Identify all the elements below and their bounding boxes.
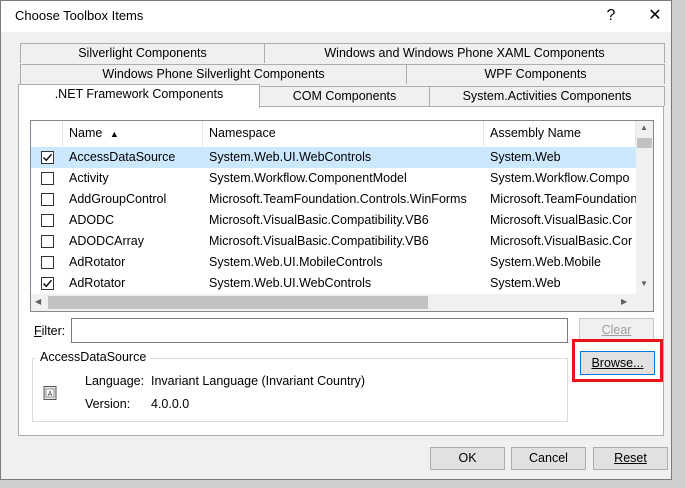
column-header-name[interactable]: Name ▲: [63, 121, 203, 146]
row-assembly-cell: Microsoft.VisualBasic.Cor: [490, 213, 633, 227]
list-row[interactable]: Activity System.Workflow.ComponentModel Sy…: [31, 168, 636, 189]
window-title: Choose Toolbox Items: [15, 8, 144, 23]
language-value: Invariant Language (Invariant Country): [151, 374, 366, 388]
row-checkbox[interactable]: [41, 193, 54, 206]
version-value: 4.0.0.0: [151, 397, 190, 411]
list-row[interactable]: ADODCArray Microsoft.VisualBasic.Compatib…: [31, 231, 636, 252]
row-namespace-cell: System.Web.UI.MobileControls: [209, 255, 383, 269]
row-assembly-cell: Microsoft.VisualBasic.Cor: [490, 234, 633, 248]
filter-label-mnemonic: F: [34, 324, 42, 338]
list-row[interactable]: AccessDataSource System.Web.UI.WebControl…: [31, 147, 636, 168]
components-list[interactable]: Name ▲ Namespace Assembly Name AccessDat…: [30, 120, 654, 312]
scrollbar-corner: [636, 294, 653, 311]
reset-button[interactable]: Reset: [593, 447, 668, 470]
row-name-cell: ADODC: [69, 213, 115, 227]
row-namespace-cell: Microsoft.TeamFoundation.Controls.WinFor…: [209, 192, 467, 206]
checkmark-icon: [42, 153, 53, 162]
scroll-right-icon[interactable]: ▶: [621, 297, 627, 306]
row-assembly-cell: Microsoft.TeamFoundation: [490, 192, 636, 206]
tab-system-activities-components[interactable]: System.Activities Components: [429, 86, 665, 106]
reset-button-label: Reset: [614, 451, 647, 465]
row-namespace-cell: System.Workflow.ComponentModel: [209, 171, 407, 185]
list-row[interactable]: AdRotator System.Web.UI.WebControls System…: [31, 273, 636, 294]
row-assembly-cell: System.Web.Mobile: [490, 255, 601, 269]
close-button[interactable]: ✕: [641, 4, 669, 28]
tab-com-components[interactable]: COM Components: [259, 86, 430, 106]
column-header-namespace[interactable]: Namespace: [203, 121, 484, 146]
row-checkbox[interactable]: [41, 235, 54, 248]
row-checkbox[interactable]: [41, 277, 54, 290]
tab-net-framework-components[interactable]: .NET Framework Components: [18, 84, 260, 108]
row-checkbox[interactable]: [41, 256, 54, 269]
row-checkbox[interactable]: [41, 172, 54, 185]
row-name-cell: AdRotator: [69, 276, 126, 290]
title-bar[interactable]: Choose Toolbox Items ? ✕: [1, 1, 671, 32]
row-assembly-cell: System.Workflow.Compo: [490, 171, 630, 185]
row-namespace-cell: System.Web.UI.WebControls: [209, 276, 372, 290]
ok-button[interactable]: OK: [430, 447, 505, 470]
details-group-title: AccessDataSource: [36, 350, 151, 364]
component-icon: A: [42, 385, 58, 401]
version-label: Version:: [85, 397, 131, 411]
vertical-scrollbar[interactable]: ▲ ▼: [636, 121, 653, 294]
svg-text:A: A: [48, 391, 53, 398]
row-assembly-cell: System.Web: [490, 276, 561, 290]
row-assembly-cell: System.Web: [490, 150, 561, 164]
filter-label: Filter:: [34, 324, 65, 338]
help-button[interactable]: ?: [597, 4, 625, 28]
row-namespace-cell: Microsoft.VisualBasic.Compatibility.VB6: [209, 213, 429, 227]
checkmark-icon: [42, 279, 53, 288]
row-name-cell: AddGroupControl: [69, 192, 167, 206]
row-checkbox[interactable]: [41, 151, 54, 164]
horizontal-scrollbar[interactable]: ◀ ▶: [31, 294, 636, 311]
sort-ascending-icon: ▲: [109, 129, 119, 139]
row-namespace-cell: Microsoft.VisualBasic.Compatibility.VB6: [209, 234, 429, 248]
cancel-button[interactable]: Cancel: [511, 447, 586, 470]
details-group: [32, 358, 568, 422]
vertical-scroll-thumb[interactable]: [637, 138, 652, 148]
filter-label-text: ilter:: [41, 324, 66, 338]
column-header-assembly[interactable]: Assembly Name: [484, 121, 636, 146]
tab-silverlight-components[interactable]: Silverlight Components: [20, 43, 265, 63]
list-row[interactable]: AddGroupControl Microsoft.TeamFoundation.…: [31, 189, 636, 210]
scroll-left-icon[interactable]: ◀: [35, 297, 41, 306]
tab-wpf-components[interactable]: WPF Components: [406, 64, 665, 84]
horizontal-scroll-thumb[interactable]: [48, 296, 428, 309]
list-row[interactable]: AdRotator System.Web.UI.MobileControls Sys…: [31, 252, 636, 273]
row-name-cell: AccessDataSource: [69, 150, 176, 164]
browse-highlight-box: [572, 339, 663, 382]
row-name-cell: AdRotator: [69, 255, 126, 269]
language-label: Language:: [85, 374, 145, 388]
tab-windows-xaml-components[interactable]: Windows and Windows Phone XAML Component…: [264, 43, 665, 63]
list-row[interactable]: ADODC Microsoft.VisualBasic.Compatibility…: [31, 210, 636, 231]
row-checkbox[interactable]: [41, 214, 54, 227]
row-name-cell: Activity: [69, 171, 109, 185]
row-namespace-cell: System.Web.UI.WebControls: [209, 150, 372, 164]
scroll-up-icon[interactable]: ▲: [640, 123, 648, 132]
column-header-name-label: Name: [69, 126, 103, 140]
clear-button-label: Clear: [601, 323, 632, 337]
scroll-down-icon[interactable]: ▼: [640, 279, 648, 288]
tab-windows-phone-silverlight-components[interactable]: Windows Phone Silverlight Components: [20, 64, 407, 84]
row-name-cell: ADODCArray: [69, 234, 145, 248]
filter-input[interactable]: [71, 318, 568, 343]
header-check-column[interactable]: [31, 121, 63, 146]
